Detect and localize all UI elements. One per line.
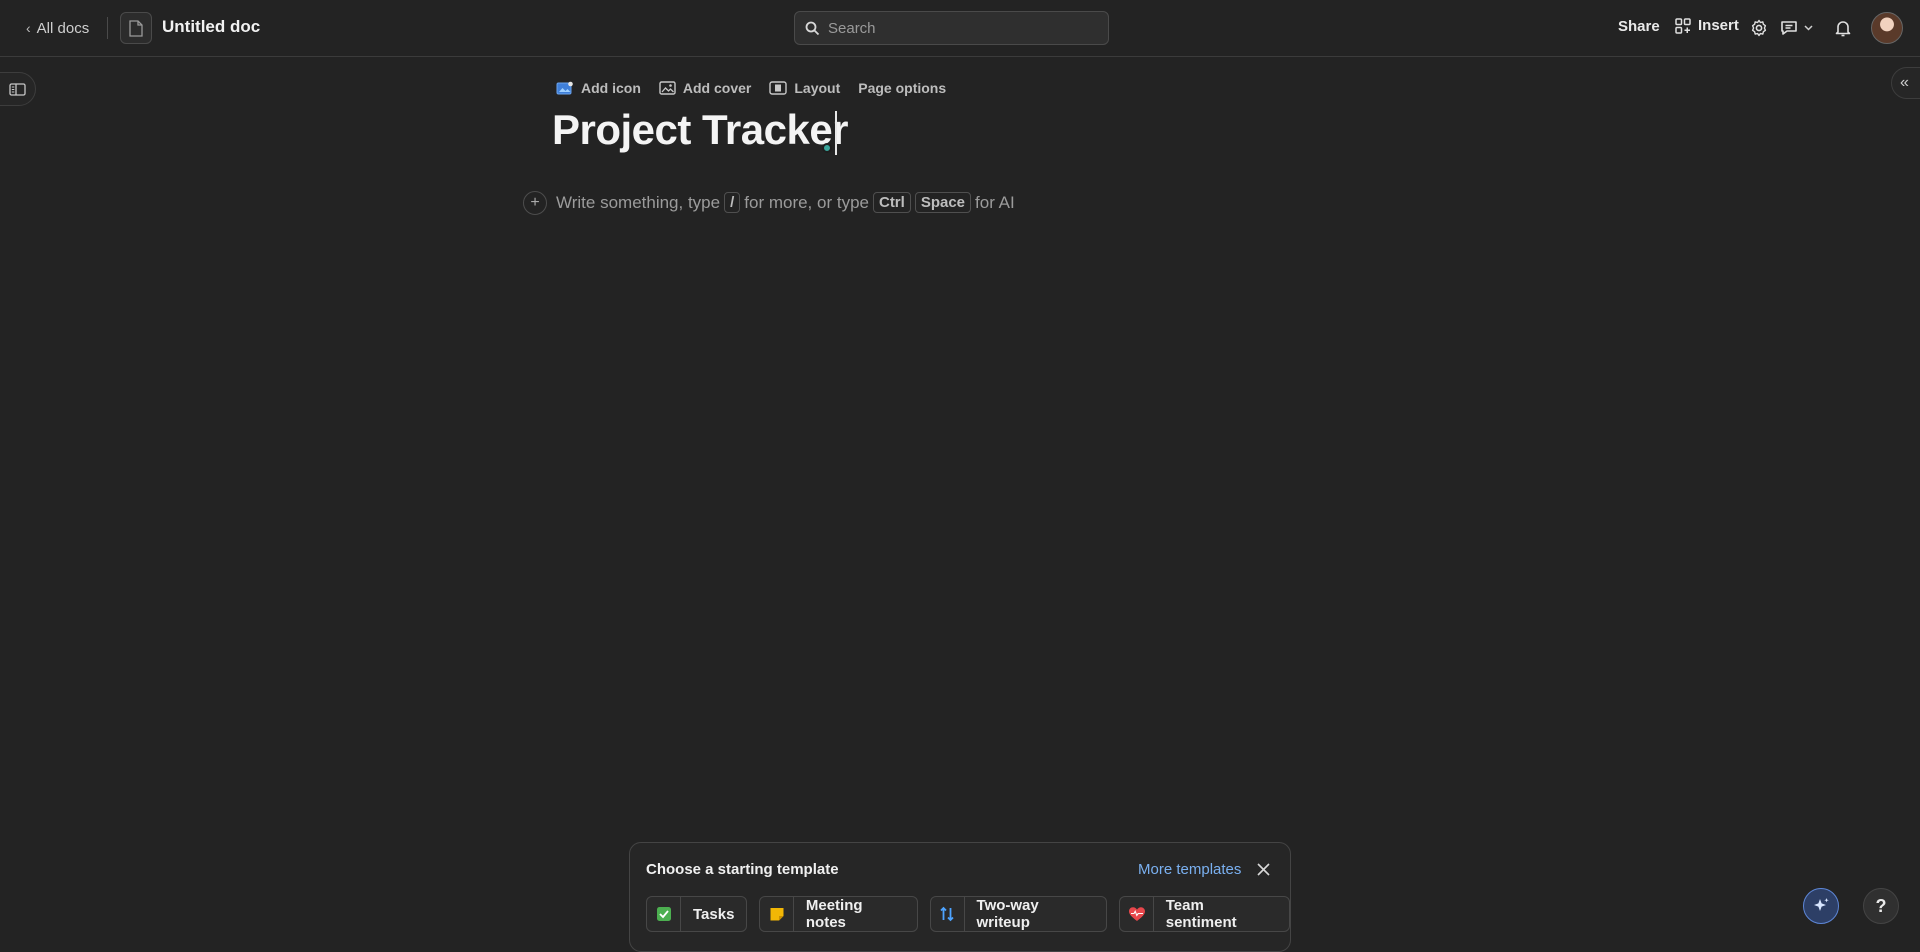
space-key: Space xyxy=(914,192,972,213)
search-input[interactable] xyxy=(828,19,1088,37)
all-docs-label: All docs xyxy=(36,19,90,37)
template-heading: Choose a starting template xyxy=(646,861,839,878)
comments-button[interactable] xyxy=(1780,17,1816,39)
insert-label: Insert xyxy=(1698,17,1739,34)
document-icon xyxy=(129,19,143,37)
layout-icon xyxy=(769,81,788,95)
insert-button[interactable]: Insert xyxy=(1675,17,1739,34)
page-options-button[interactable]: Page options xyxy=(858,80,946,96)
page-options-label: Page options xyxy=(858,80,947,96)
grid-plus-icon xyxy=(1675,17,1691,34)
placeholder-text: for more, or type xyxy=(744,192,869,212)
help-icon: ? xyxy=(1875,895,1887,916)
placeholder-text: Write something, type xyxy=(556,192,721,212)
search-icon xyxy=(805,21,820,35)
add-block-button[interactable]: + xyxy=(523,191,547,215)
template-chips: Tasks Meeting notes Two-way writeup Team… xyxy=(646,896,1290,932)
layout-label: Layout xyxy=(794,80,841,96)
template-label: Tasks xyxy=(693,905,735,923)
editor-placeholder[interactable]: Write something, type / for more, or typ… xyxy=(556,192,1015,213)
all-docs-link[interactable]: ‹ All docs xyxy=(26,18,89,38)
template-label: Meeting notes xyxy=(805,897,863,931)
sidebar-icon xyxy=(8,82,26,96)
divider xyxy=(107,17,108,39)
template-label: Two-way writeup xyxy=(976,897,1039,931)
ctrl-key: Ctrl xyxy=(872,192,911,213)
add-icon-label: Add icon xyxy=(581,80,641,96)
add-cover-button[interactable]: Add cover xyxy=(659,80,751,96)
help-button[interactable]: ? xyxy=(1863,888,1899,924)
image-emoji-icon xyxy=(556,81,573,94)
text-caret xyxy=(835,111,837,155)
gear-icon xyxy=(1751,19,1767,37)
right-panel-toggle[interactable]: « xyxy=(1891,67,1920,99)
settings-button[interactable] xyxy=(1748,17,1770,39)
double-chevron-left-icon: « xyxy=(1900,74,1909,91)
template-picker: Choose a starting template More template… xyxy=(629,842,1291,952)
chevron-down-icon xyxy=(1804,25,1813,31)
presence-indicator xyxy=(822,143,832,153)
bell-icon xyxy=(1835,21,1851,37)
image-icon xyxy=(659,81,676,95)
template-meeting-notes[interactable]: Meeting notes xyxy=(759,896,919,932)
search-box[interactable] xyxy=(794,11,1109,45)
share-button[interactable]: Share xyxy=(1618,18,1660,35)
template-team-sentiment[interactable]: Team sentiment xyxy=(1119,896,1290,932)
comment-icon xyxy=(1781,21,1797,35)
chevron-left-icon: ‹ xyxy=(26,20,31,36)
checkbox-icon xyxy=(647,897,681,931)
heart-pulse-icon xyxy=(1120,897,1154,931)
doc-icon-button[interactable] xyxy=(120,12,152,44)
plus-icon: + xyxy=(530,194,540,211)
add-cover-label: Add cover xyxy=(682,80,752,96)
sparkle-icon xyxy=(1814,898,1829,911)
template-two-way-writeup[interactable]: Two-way writeup xyxy=(930,896,1108,932)
slash-key: / xyxy=(724,192,741,213)
ai-assistant-button[interactable] xyxy=(1803,888,1839,924)
arrows-updown-icon xyxy=(931,897,965,931)
close-template-button[interactable] xyxy=(1252,858,1274,880)
sticky-note-icon xyxy=(760,897,794,931)
page-options-bar: Add icon Add cover Layout Page options xyxy=(556,80,946,96)
placeholder-text: for AI xyxy=(975,192,1015,212)
left-sidebar-toggle[interactable] xyxy=(0,72,36,106)
template-tasks[interactable]: Tasks xyxy=(646,896,748,932)
notifications-button[interactable] xyxy=(1832,17,1854,39)
top-bar: ‹ All docs Untitled doc Share Insert xyxy=(0,0,1920,57)
doc-title[interactable]: Untitled doc xyxy=(162,17,260,37)
template-label: Team sentiment xyxy=(1165,897,1237,931)
avatar[interactable] xyxy=(1871,12,1903,44)
add-icon-button[interactable]: Add icon xyxy=(556,80,641,96)
close-icon xyxy=(1256,862,1270,876)
layout-button[interactable]: Layout xyxy=(769,80,840,96)
more-templates-link[interactable]: More templates xyxy=(1138,861,1241,878)
page-title[interactable]: Project Tracker xyxy=(552,106,849,154)
